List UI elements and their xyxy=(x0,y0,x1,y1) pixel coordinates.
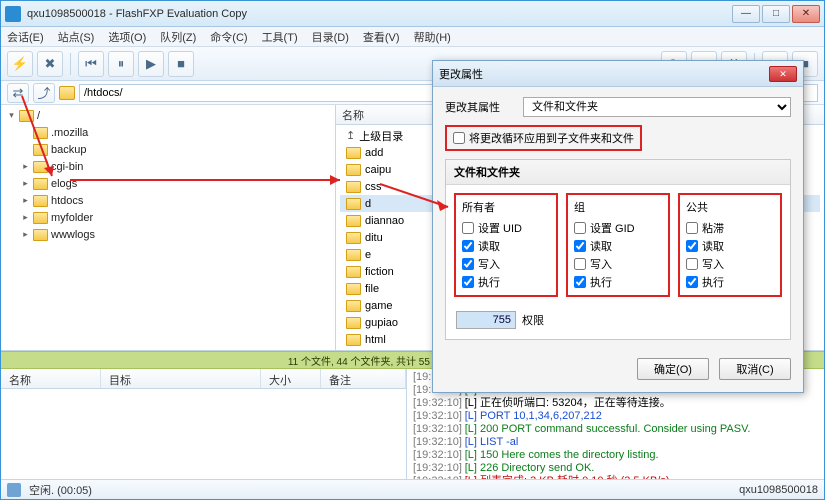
list-item[interactable]: fiction xyxy=(365,266,394,278)
tree-item[interactable]: cgi-bin xyxy=(51,161,83,173)
list-item[interactable]: caipu xyxy=(365,164,391,176)
recurse-checkbox[interactable] xyxy=(453,132,465,144)
tb-pause[interactable]: ⏸ xyxy=(108,51,134,77)
ok-button[interactable]: 确定(O) xyxy=(637,358,709,380)
attributes-dialog: 更改属性 ✕ 更改其属性 文件和文件夹 将更改循环应用到子文件夹和文件 文件和文… xyxy=(432,60,804,393)
recurse-label: 将更改循环应用到子文件夹和文件 xyxy=(469,130,634,146)
queue-pane: 名称 目标 大小 备注 xyxy=(1,369,407,479)
status-right: qxu1098500018 xyxy=(739,484,818,496)
permissions-group: 文件和文件夹 所有者 设置 UID 读取 写入 执行 组 设置 GID 读取 写… xyxy=(445,159,791,340)
dialog-close-button[interactable]: ✕ xyxy=(769,66,797,82)
menu-sites[interactable]: 站点(S) xyxy=(58,29,95,45)
menubar: 会话(E) 站点(S) 选项(O) 队列(Z) 命令(C) 工具(T) 目录(D… xyxy=(1,27,824,47)
public-read[interactable] xyxy=(686,240,698,252)
list-item[interactable]: add xyxy=(365,147,383,159)
tree-item[interactable]: backup xyxy=(51,144,86,156)
tb-play[interactable]: ▶ xyxy=(138,51,164,77)
queue-col-name[interactable]: 名称 xyxy=(1,369,101,388)
menu-queue[interactable]: 队列(Z) xyxy=(160,29,196,45)
group-read[interactable] xyxy=(574,240,586,252)
group-column: 组 设置 GID 读取 写入 执行 xyxy=(566,193,670,297)
close-button[interactable]: ✕ xyxy=(792,5,820,23)
window-title: qxu1098500018 - FlashFXP Evaluation Copy xyxy=(27,8,732,20)
perm-value-input[interactable] xyxy=(456,311,516,329)
menu-session[interactable]: 会话(E) xyxy=(7,29,44,45)
menu-view[interactable]: 查看(V) xyxy=(363,29,400,45)
public-sticky[interactable] xyxy=(686,222,698,234)
owner-read[interactable] xyxy=(462,240,474,252)
group-write[interactable] xyxy=(574,258,586,270)
tb-prev[interactable]: ⏮ xyxy=(78,51,104,77)
public-write[interactable] xyxy=(686,258,698,270)
perm-label: 权限 xyxy=(522,312,544,328)
queue-col-size[interactable]: 大小 xyxy=(261,369,321,388)
left-tree[interactable]: ▾/ .mozilla backup ▸cgi-bin ▸elogs ▸htdo… xyxy=(1,105,335,350)
tree-item[interactable]: wwwlogs xyxy=(51,229,95,241)
folder-icon xyxy=(59,86,75,100)
tb-connect[interactable]: ⚡ xyxy=(7,51,33,77)
tree-root[interactable]: / xyxy=(37,110,40,122)
list-item-d[interactable]: d xyxy=(365,198,371,210)
tree-item-htdocs[interactable]: htdocs xyxy=(51,195,83,207)
path-tree-icon[interactable]: ⇄ xyxy=(7,83,29,103)
menu-help[interactable]: 帮助(H) xyxy=(414,29,451,45)
list-item[interactable]: file xyxy=(365,283,379,295)
menu-directory[interactable]: 目录(D) xyxy=(312,29,349,45)
tree-item[interactable]: elogs xyxy=(51,178,77,190)
list-item[interactable]: diannao xyxy=(365,215,404,227)
dialog-titlebar[interactable]: 更改属性 ✕ xyxy=(433,61,803,87)
tb-disconnect[interactable]: ✖ xyxy=(37,51,63,77)
menu-tools[interactable]: 工具(T) xyxy=(262,29,298,45)
list-item[interactable]: html xyxy=(365,334,386,346)
list-item[interactable]: css xyxy=(365,181,382,193)
queue-col-target[interactable]: 目标 xyxy=(101,369,261,388)
tree-item[interactable]: myfolder xyxy=(51,212,93,224)
owner-uid[interactable] xyxy=(462,222,474,234)
menu-commands[interactable]: 命令(C) xyxy=(210,29,247,45)
status-icon xyxy=(7,483,21,497)
public-exec[interactable] xyxy=(686,276,698,288)
left-pane: ▾/ .mozilla backup ▸cgi-bin ▸elogs ▸htdo… xyxy=(1,105,336,350)
owner-exec[interactable] xyxy=(462,276,474,288)
maximize-button[interactable]: □ xyxy=(762,5,790,23)
tree-item[interactable]: .mozilla xyxy=(51,127,88,139)
dialog-title: 更改属性 xyxy=(439,66,483,82)
queue-col-remark[interactable]: 备注 xyxy=(321,369,406,388)
owner-column: 所有者 设置 UID 读取 写入 执行 xyxy=(454,193,558,297)
group-gid[interactable] xyxy=(574,222,586,234)
minimize-button[interactable]: — xyxy=(732,5,760,23)
menu-options[interactable]: 选项(O) xyxy=(108,29,146,45)
target-label: 更改其属性 xyxy=(445,99,515,115)
list-item[interactable]: gupiao xyxy=(365,317,398,329)
path-up-icon[interactable]: ⤴ xyxy=(33,83,55,103)
list-up[interactable]: 上级目录 xyxy=(359,128,403,144)
list-item[interactable]: game xyxy=(365,300,393,312)
list-item[interactable]: e xyxy=(365,249,371,261)
public-column: 公共 粘滞 读取 写入 执行 xyxy=(678,193,782,297)
status-left: 空闲. (00:05) xyxy=(29,482,92,498)
cancel-button[interactable]: 取消(C) xyxy=(719,358,791,380)
statusbar: 空闲. (00:05) qxu1098500018 xyxy=(1,479,824,499)
group-exec[interactable] xyxy=(574,276,586,288)
group-title: 文件和文件夹 xyxy=(446,160,790,185)
list-item[interactable]: ditu xyxy=(365,232,383,244)
owner-write[interactable] xyxy=(462,258,474,270)
tb-stop[interactable]: ■ xyxy=(168,51,194,77)
titlebar[interactable]: qxu1098500018 - FlashFXP Evaluation Copy… xyxy=(1,1,824,27)
target-select[interactable]: 文件和文件夹 xyxy=(523,97,791,117)
app-icon xyxy=(5,6,21,22)
